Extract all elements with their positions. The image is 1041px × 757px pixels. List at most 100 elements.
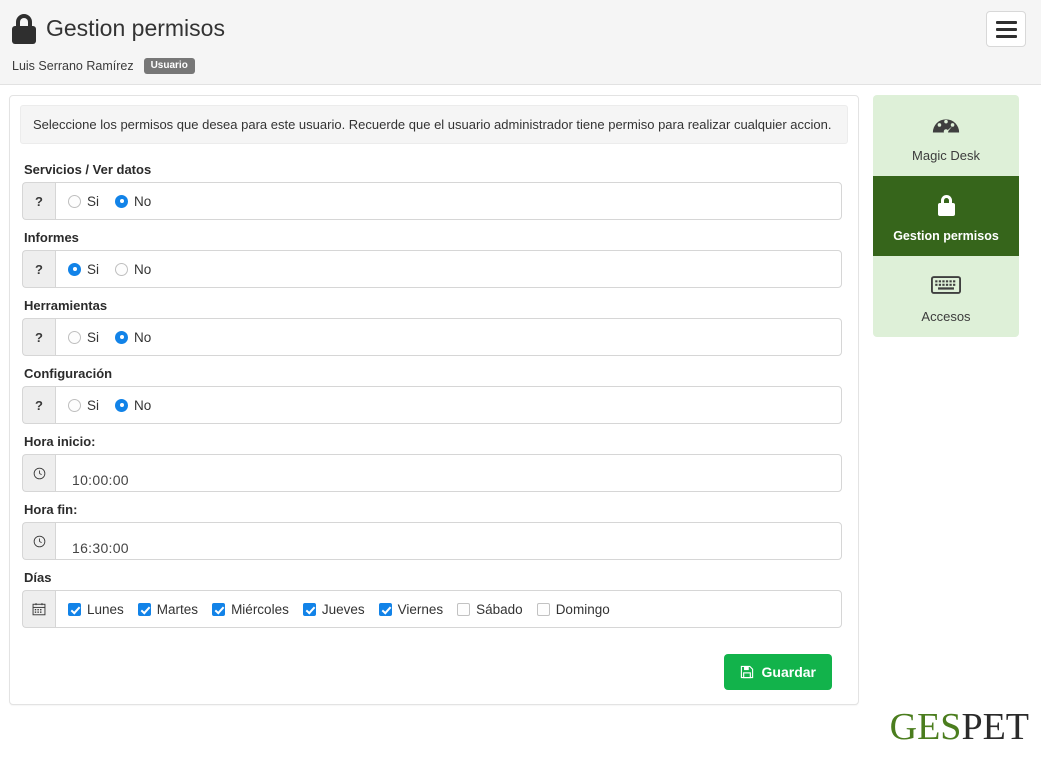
help-addon-icon: ? xyxy=(22,182,55,220)
radio-option-no[interactable]: No xyxy=(115,398,151,413)
gespet-logo: GESPET xyxy=(890,705,1029,749)
radio-circle[interactable] xyxy=(115,262,129,276)
dashboard-gauge-icon xyxy=(879,109,1013,139)
radio-circle[interactable] xyxy=(115,398,129,412)
input-group: ? Si No xyxy=(22,250,842,288)
sidebar-item-accesos[interactable]: Accesos xyxy=(873,256,1019,337)
hora-fin-value: 16:30:00 xyxy=(72,539,129,556)
right-sidebar: Magic Desk Gestion permisos Accesos xyxy=(873,95,1019,337)
day-label: Martes xyxy=(156,601,199,617)
radio-field: Si No xyxy=(55,250,842,288)
checkbox-box[interactable] xyxy=(302,602,316,616)
checkbox-box[interactable] xyxy=(137,602,151,616)
hamburger-menu-icon[interactable] xyxy=(986,11,1026,47)
logo-part-pet: PET xyxy=(961,706,1029,748)
permissions-card: Seleccione los permisos que desea para e… xyxy=(9,95,859,705)
input-group: 16:30:00 xyxy=(22,522,842,560)
page-title: Gestion permisos xyxy=(46,14,225,41)
permission-label: Informes xyxy=(24,230,79,245)
day-checkbox-viernes[interactable]: Viernes xyxy=(378,601,444,617)
dias-field: Lunes Martes Miércoles Jueves Viernes Sá… xyxy=(55,590,842,628)
day-checkbox-miercoles[interactable]: Miércoles xyxy=(212,602,289,617)
radio-option-no[interactable]: No xyxy=(115,330,151,345)
radio-row: Si No xyxy=(68,330,151,345)
hora-fin-label: Hora fin: xyxy=(24,502,78,517)
day-label: Domingo xyxy=(555,601,610,617)
permission-group-herramientas: Herramientas ? Si No xyxy=(22,298,846,356)
radio-label: Si xyxy=(87,261,100,277)
page-header: Gestion permisos Luis Serrano Ramírez Us… xyxy=(0,0,1041,85)
radio-label: No xyxy=(134,261,152,277)
checkbox-box[interactable] xyxy=(378,602,392,616)
permission-group-informes: Informes ? Si No xyxy=(22,230,846,288)
clock-icon-svg xyxy=(33,467,45,479)
radio-circle[interactable] xyxy=(115,330,129,344)
day-checkbox-sabado[interactable]: Sábado xyxy=(457,602,523,617)
input-group: 10:00:00 xyxy=(22,454,842,492)
form-group-hora-fin: Hora fin: 16:30:00 xyxy=(22,502,846,560)
radio-circle[interactable] xyxy=(68,194,81,208)
permission-label: Servicios / Ver datos xyxy=(24,162,152,177)
radio-circle[interactable] xyxy=(68,330,81,344)
radio-option-no[interactable]: No xyxy=(115,262,151,277)
save-button-label: Guardar xyxy=(761,664,816,680)
permission-label: Configuración xyxy=(24,366,113,381)
checkbox-box[interactable] xyxy=(212,602,226,616)
radio-option-si[interactable]: Si xyxy=(68,398,99,413)
save-button[interactable]: Guardar xyxy=(723,654,832,690)
radio-label: Si xyxy=(87,193,100,209)
permission-group-servicios: Servicios / Ver datos ? Si No xyxy=(22,162,846,220)
calendar-icon xyxy=(22,590,55,628)
sidebar-item-label: Gestion permisos xyxy=(893,229,999,243)
sidebar-item-label: Magic Desk xyxy=(912,148,980,163)
day-label: Lunes xyxy=(87,601,124,617)
checkbox-box[interactable] xyxy=(457,602,471,616)
days-row: Lunes Martes Miércoles Jueves Viernes Sá… xyxy=(68,602,610,617)
body-wrapper: Seleccione los permisos que desea para e… xyxy=(0,85,1041,705)
radio-row: Si No xyxy=(68,262,151,277)
help-addon-icon: ? xyxy=(22,318,55,356)
day-checkbox-martes[interactable]: Martes xyxy=(137,601,199,617)
radio-row: Si No xyxy=(68,398,151,413)
radio-option-si[interactable]: Si xyxy=(68,262,99,277)
radio-option-no[interactable]: No xyxy=(115,194,151,209)
radio-label: Si xyxy=(87,397,100,413)
app-page: Gestion permisos Luis Serrano Ramírez Us… xyxy=(0,0,1041,757)
clock-icon-svg xyxy=(33,535,45,547)
radio-circle[interactable] xyxy=(68,398,81,412)
day-checkbox-jueves[interactable]: Jueves xyxy=(302,602,365,617)
day-checkbox-domingo[interactable]: Domingo xyxy=(536,601,610,617)
radio-option-si[interactable]: Si xyxy=(68,194,99,209)
lock-icon-shape xyxy=(937,194,955,216)
input-group: ? Si No xyxy=(22,386,842,424)
form-group-dias: Días Lunes Martes Miércoles Jueves Viern… xyxy=(22,570,846,628)
radio-circle[interactable] xyxy=(115,194,129,208)
radio-circle[interactable] xyxy=(68,262,81,276)
user-info: Luis Serrano Ramírez Usuario xyxy=(12,58,1025,74)
hora-fin-input[interactable]: 16:30:00 xyxy=(55,522,842,560)
hora-inicio-value: 10:00:00 xyxy=(72,471,129,488)
permission-label: Herramientas xyxy=(24,298,108,313)
dashboard-gauge-icon-svg xyxy=(932,119,960,134)
radio-option-si[interactable]: Si xyxy=(68,330,99,345)
checkbox-box[interactable] xyxy=(68,602,81,616)
day-checkbox-lunes[interactable]: Lunes xyxy=(68,602,124,617)
permission-group-configuracion: Configuración ? Si No xyxy=(22,366,846,424)
user-name: Luis Serrano Ramírez xyxy=(12,59,134,73)
clock-icon xyxy=(22,522,55,560)
help-addon-icon: ? xyxy=(22,250,55,288)
save-row: Guardar xyxy=(22,638,846,690)
permissions-form: Servicios / Ver datos ? Si No Informes ?… xyxy=(10,148,858,690)
sidebar-item-magic-desk[interactable]: Magic Desk xyxy=(873,95,1019,176)
radio-label: No xyxy=(134,329,152,345)
checkbox-box[interactable] xyxy=(536,602,550,616)
day-label: Viernes xyxy=(397,601,444,617)
keyboard-icon-svg xyxy=(931,276,961,294)
hora-inicio-input[interactable]: 10:00:00 xyxy=(55,454,842,492)
radio-label: No xyxy=(134,193,152,209)
title-row: Gestion permisos xyxy=(10,14,1025,44)
radio-field: Si No xyxy=(55,318,842,356)
floppy-disk-icon xyxy=(740,665,753,679)
keyboard-icon xyxy=(879,270,1013,300)
sidebar-item-gestion-permisos[interactable]: Gestion permisos xyxy=(873,176,1019,256)
